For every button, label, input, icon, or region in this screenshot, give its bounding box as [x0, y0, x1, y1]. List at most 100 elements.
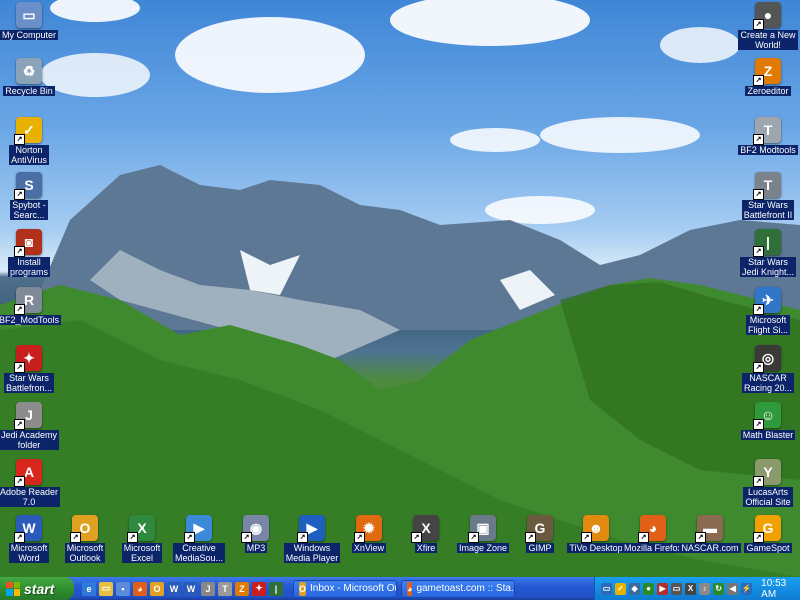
desktop-icon-jedi-knight[interactable]: | ↗ Star Wars Jedi Knight... — [733, 229, 800, 277]
start-button[interactable]: start — [0, 577, 74, 600]
wallpaper — [0, 0, 800, 577]
desktop-icon-label: Math Blaster — [740, 430, 796, 440]
shortcut-arrow-icon: ↗ — [753, 419, 764, 430]
norton-icon[interactable]: ✓ — [615, 582, 627, 595]
desktop[interactable]: ▭ My Computer ♻ Recycle Bin ✓ ↗ Norton AntiVir… — [0, 0, 800, 577]
gimp-icon: G ↗ — [525, 515, 553, 543]
shortcut-arrow-icon: ↗ — [581, 532, 592, 543]
desktop-icon-label: Star Wars Battlefron... — [3, 373, 55, 393]
word-icon[interactable]: W — [184, 581, 198, 596]
recycle-bin-icon: ♻ — [16, 58, 42, 84]
excel-icon: X ↗ — [127, 515, 155, 543]
desktop-icon-spybot[interactable]: S ↗ Spybot - Searc... — [0, 172, 64, 220]
desktop-icon-gamespot[interactable]: G ↗ GameSpot — [733, 515, 800, 553]
trooper-icon: T ↗ — [753, 117, 781, 145]
desktop-icon-bf2-modtools-right[interactable]: T ↗ BF2 Modtools — [733, 117, 800, 155]
desktop-icon-lucasarts[interactable]: Y ↗ LucasArts Official Site — [733, 459, 800, 507]
desktop-icon-nascar-racing[interactable]: ◎ ↗ NASCAR Racing 20... — [733, 345, 800, 393]
yoda-icon: Y ↗ — [753, 459, 781, 487]
word-icon[interactable]: W — [167, 581, 181, 596]
show-desktop-icon[interactable]: ▪ — [116, 581, 130, 596]
task-outlook[interactable]: OInbox - Microsoft Out... — [293, 579, 397, 598]
windows-logo-icon — [6, 581, 20, 596]
shortcut-arrow-icon: ↗ — [241, 532, 252, 543]
desktop-icon-my-computer[interactable]: ▭ My Computer — [0, 2, 64, 40]
desktop-icon-label: XnView — [351, 543, 387, 553]
zeroeditor-icon[interactable]: Z — [235, 581, 249, 596]
shortcut-arrow-icon: ↗ — [14, 304, 25, 315]
rebel-icon[interactable]: ✦ — [252, 581, 266, 596]
shortcut-arrow-icon: ↗ — [14, 476, 25, 487]
desktop-icon-label: Image Zone — [456, 543, 510, 553]
usb-icon[interactable]: ⚡ — [741, 582, 753, 595]
shortcut-arrow-icon: ↗ — [753, 532, 764, 543]
ie-icon[interactable]: e — [82, 581, 96, 596]
shortcut-arrow-icon: ↗ — [184, 532, 195, 543]
desktop-icon-install-programs[interactable]: ◙ ↗ Install programs — [0, 229, 64, 277]
lightsaber-icon: | ↗ — [753, 229, 781, 257]
clock[interactable]: 10:53 AM — [761, 578, 800, 600]
desktop-icon-label: Creative MediaSou... — [172, 543, 226, 563]
trooper-icon: T ↗ — [753, 172, 781, 200]
desktop-icon-label: LucasArts Official Site — [743, 487, 793, 507]
shortcut-arrow-icon: ↗ — [753, 19, 764, 30]
monitor-icon[interactable]: ▭ — [671, 582, 683, 595]
desktop-icon-bf2-modtools-left[interactable]: R ↗ BF2_ModTools — [0, 287, 64, 325]
desktop-icon-label: MP3 — [244, 543, 268, 553]
desktop-icon-label: GameSpot — [744, 543, 792, 553]
desktop-icon-label: Microsoft Outlook — [64, 543, 106, 563]
trooper-icon[interactable]: T — [218, 581, 232, 596]
deathstar-icon: ● ↗ — [753, 2, 781, 30]
folder-icon[interactable]: ▭ — [99, 581, 113, 596]
desktop-icon-label: Zeroeditor — [745, 86, 791, 96]
tivo-icon: ☻ ↗ — [581, 515, 609, 543]
lightsaber-icon[interactable]: | — [269, 581, 283, 596]
desktop-icon-create-new-world[interactable]: ● ↗ Create a New World! — [733, 2, 800, 50]
robot-icon: R ↗ — [14, 287, 42, 315]
desktop-icon-label: Recycle Bin — [3, 86, 55, 96]
desktop-icon-recycle-bin[interactable]: ♻ Recycle Bin — [0, 58, 64, 96]
desktop-icon-label: BF2_ModTools — [0, 315, 62, 325]
shortcut-arrow-icon: ↗ — [411, 532, 422, 543]
volume-icon[interactable]: ◀ — [727, 582, 739, 595]
media-play-icon: ▶ ↗ — [184, 515, 212, 543]
shortcut-arrow-icon: ↗ — [14, 532, 25, 543]
task-buttons: OInbox - Microsoft Out...◕gametoast.com … — [289, 579, 515, 598]
desktop-icon-star-wars-battlefront[interactable]: ✦ ↗ Star Wars Battlefron... — [0, 345, 64, 393]
norton-icon: ✓ ↗ — [14, 117, 42, 145]
task-firefox[interactable]: ◕ gametoast.com :: Sta... — [401, 579, 515, 598]
desktop-icon-star-wars-battlefront-2[interactable]: T ↗ Star Wars Battlefront II — [733, 172, 800, 220]
firefox-icon[interactable]: ◕ — [133, 581, 147, 596]
network-icon[interactable]: ▭ — [601, 582, 613, 595]
desktop-icon-zeroeditor[interactable]: Z ↗ Zeroeditor — [733, 58, 800, 96]
media-icon[interactable]: ▶ — [657, 582, 669, 595]
desktop-icon-label: Microsoft Flight Si... — [745, 315, 790, 335]
shield-icon[interactable]: ◆ — [629, 582, 641, 595]
image-zone-icon: ▣ ↗ — [468, 515, 496, 543]
task-label: Inbox - Microsoft Out... — [310, 583, 396, 594]
desktop-icon-label: TiVo Desktop — [567, 543, 625, 553]
tire-icon: ◎ ↗ — [753, 345, 781, 373]
shortcut-arrow-icon: ↗ — [14, 189, 25, 200]
desktop-icon-label: GIMP — [526, 543, 554, 553]
helmet-icon[interactable]: J — [201, 581, 215, 596]
desktop-icon-math-blaster[interactable]: ☺ ↗ Math Blaster — [733, 402, 800, 440]
xnview-icon: ✹ ↗ — [354, 515, 382, 543]
desktop-icon-label: NASCAR.com — [679, 543, 741, 553]
desktop-icon-norton-antivirus[interactable]: ✓ ↗ Norton AntiVirus — [0, 117, 64, 165]
desktop-icon-label: Create a New World! — [738, 30, 798, 50]
desktop-icon-adobe-reader[interactable]: A ↗ Adobe Reader 7.0 — [0, 459, 64, 507]
shortcut-arrow-icon: ↗ — [753, 476, 764, 487]
update-icon[interactable]: ↻ — [713, 582, 725, 595]
chat-icon[interactable]: ● — [643, 582, 655, 595]
outlook-icon: O ↗ — [70, 515, 98, 543]
desktop-icon-label: BF2 Modtools — [738, 145, 798, 155]
helmet-icon: J ↗ — [14, 402, 42, 430]
desktop-icon-jedi-academy[interactable]: J ↗ Jedi Academy folder — [0, 402, 64, 450]
outlook-icon[interactable]: O — [150, 581, 164, 596]
desktop-icon-flight-simulator[interactable]: ✈ ↗ Microsoft Flight Si... — [733, 287, 800, 335]
desktop-icon-label: Star Wars Jedi Knight... — [739, 257, 797, 277]
rebel-icon: ✦ ↗ — [14, 345, 42, 373]
xfire-icon[interactable]: X — [685, 582, 697, 595]
audio-icon[interactable]: ♪ — [699, 582, 711, 595]
